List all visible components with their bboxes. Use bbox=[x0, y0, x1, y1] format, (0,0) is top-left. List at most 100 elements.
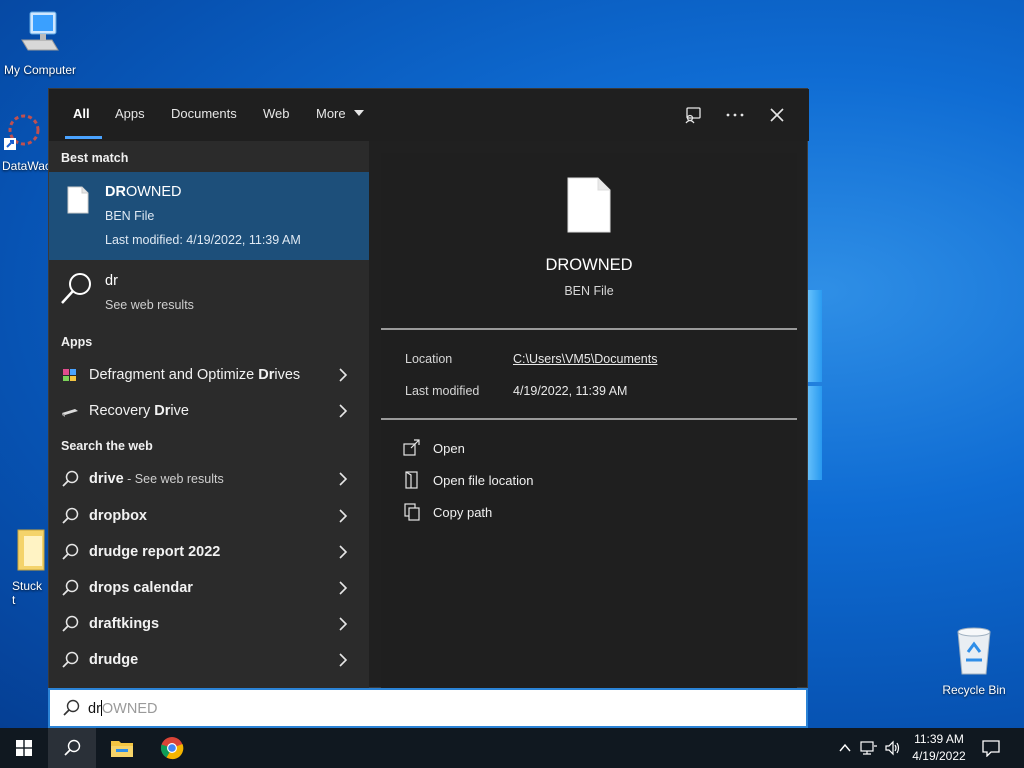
web-result-label: See web results bbox=[105, 298, 194, 312]
caret-down-icon bbox=[354, 110, 365, 116]
taskbar-chrome[interactable] bbox=[148, 728, 196, 768]
document-icon bbox=[67, 186, 89, 214]
desktop-icon-label: Recycle Bin bbox=[942, 683, 1006, 697]
section-best-match: Best match bbox=[61, 151, 129, 165]
best-match-modified: Last modified: 4/19/2022, 11:39 AM bbox=[105, 233, 301, 247]
recycle-bin-icon bbox=[957, 627, 991, 675]
modified-value: 4/19/2022, 11:39 AM bbox=[513, 384, 628, 398]
search-icon bbox=[63, 699, 80, 716]
copy-icon bbox=[404, 503, 420, 521]
web-suggestion-label: draftkings bbox=[89, 616, 160, 632]
web-suggestion[interactable]: drive - See web results bbox=[49, 462, 369, 496]
typed-text: dr bbox=[88, 701, 101, 717]
modified-label: Last modified bbox=[405, 384, 480, 398]
web-suggestion[interactable]: drudge report 2022 bbox=[49, 535, 369, 569]
web-suggestion-label: drops calendar bbox=[89, 580, 193, 596]
tab-apps[interactable]: Apps bbox=[115, 106, 145, 136]
more-options-button[interactable] bbox=[723, 103, 747, 127]
search-input[interactable]: drOWNED bbox=[48, 688, 808, 728]
taskbar-file-explorer[interactable] bbox=[98, 728, 146, 768]
chevron-up-icon[interactable] bbox=[838, 741, 852, 755]
preview-pane: DROWNED BEN File Location C:\Users\VM5\D… bbox=[381, 153, 797, 689]
location-link[interactable]: C:\Users\VM5\Documents bbox=[513, 352, 657, 366]
search-icon bbox=[64, 739, 81, 756]
search-tabs: All Apps Documents Web More bbox=[49, 89, 809, 141]
web-result-item[interactable]: dr See web results bbox=[49, 261, 369, 319]
results-list: Best match DROWNED BEN File Last modifie… bbox=[49, 141, 369, 689]
active-tab-indicator bbox=[65, 136, 102, 139]
desktop-icon-datawac[interactable]: DataWac bbox=[0, 112, 51, 173]
feedback-icon bbox=[685, 107, 701, 124]
document-icon bbox=[567, 177, 611, 233]
preview-type: BEN File bbox=[564, 284, 614, 298]
taskbar-search-button[interactable] bbox=[48, 728, 96, 768]
location-label: Location bbox=[405, 352, 453, 366]
chevron-right-icon[interactable] bbox=[336, 366, 350, 384]
preview-title: DROWNED bbox=[545, 256, 633, 274]
clock-time: 11:39 AM bbox=[914, 732, 964, 746]
chevron-right-icon[interactable] bbox=[336, 402, 350, 420]
search-input-text: drOWNED bbox=[88, 700, 158, 717]
search-icon bbox=[62, 507, 79, 524]
chevron-right-icon[interactable] bbox=[336, 543, 350, 561]
section-apps: Apps bbox=[61, 335, 93, 349]
divider bbox=[381, 328, 797, 330]
tab-web[interactable]: Web bbox=[263, 106, 290, 136]
folder-icon bbox=[111, 741, 133, 757]
close-button[interactable] bbox=[765, 103, 789, 127]
desktop-icon-stuck[interactable]: Stuck t bbox=[0, 528, 48, 607]
network-icon[interactable] bbox=[860, 740, 878, 756]
volume-icon[interactable] bbox=[884, 740, 902, 756]
autocomplete-text: OWNED bbox=[101, 701, 158, 717]
app-item-defragment[interactable]: Defragment and Optimize Drives bbox=[49, 358, 369, 392]
search-icon bbox=[62, 543, 79, 560]
best-match-item[interactable]: DROWNED BEN File Last modified: 4/19/202… bbox=[49, 172, 369, 260]
notification-icon bbox=[982, 740, 1000, 757]
tab-more[interactable]: More bbox=[316, 106, 365, 136]
clock[interactable]: 11:39 AM 4/19/2022 bbox=[906, 731, 972, 765]
chevron-right-icon[interactable] bbox=[336, 507, 350, 525]
clock-date: 4/19/2022 bbox=[912, 749, 966, 763]
web-suggestion-label: dropbox bbox=[89, 508, 147, 524]
app-item-label: Defragment and Optimize Drives bbox=[89, 367, 301, 383]
web-suggestion-label: drive - See web results bbox=[89, 471, 224, 487]
action-copy-path-label: Copy path bbox=[433, 505, 493, 520]
tab-all[interactable]: All bbox=[73, 106, 90, 136]
web-suggestion[interactable]: drudge bbox=[49, 643, 369, 677]
desktop-icon-label: DataWac bbox=[2, 159, 51, 173]
best-match-type: BEN File bbox=[105, 209, 155, 223]
tab-documents[interactable]: Documents bbox=[171, 106, 237, 136]
computer-icon bbox=[21, 11, 59, 51]
search-icon bbox=[62, 651, 79, 668]
desktop-icon-my-computer[interactable]: My Computer bbox=[0, 10, 80, 77]
windows-logo-wallpaper bbox=[808, 290, 822, 480]
web-suggestion[interactable]: dropbox bbox=[49, 499, 369, 533]
feedback-button[interactable] bbox=[681, 103, 705, 127]
web-suggestion-label: drudge report 2022 bbox=[89, 544, 221, 560]
web-suggestion[interactable]: drops calendar bbox=[49, 571, 369, 605]
action-open-file-location-label: Open file location bbox=[433, 473, 534, 488]
folder-icon bbox=[17, 529, 45, 571]
best-match-title-rest: OWNED bbox=[125, 184, 182, 200]
chevron-right-icon[interactable] bbox=[336, 615, 350, 633]
close-icon bbox=[770, 108, 784, 122]
desktop-icon-label: My Computer bbox=[3, 63, 77, 77]
chrome-icon bbox=[160, 737, 184, 760]
web-suggestion-label: drudge bbox=[89, 652, 139, 668]
system-tray bbox=[838, 728, 908, 768]
app-shortcut-icon bbox=[4, 114, 40, 150]
action-open-label: Open bbox=[433, 441, 465, 456]
web-suggestion[interactable]: draftkings bbox=[49, 607, 369, 641]
start-button[interactable] bbox=[0, 728, 48, 768]
notifications-button[interactable] bbox=[968, 728, 1014, 768]
taskbar: 11:39 AM 4/19/2022 bbox=[0, 728, 1024, 768]
desktop-icon-recycle-bin[interactable]: Recycle Bin bbox=[934, 626, 1014, 697]
search-panel: All Apps Documents Web More Best match D… bbox=[48, 88, 809, 689]
best-match-title-match: DR bbox=[105, 184, 126, 200]
app-item-recovery-drive[interactable]: Recovery Drive bbox=[49, 394, 369, 428]
divider bbox=[381, 418, 797, 420]
app-item-label: Recovery Drive bbox=[89, 403, 189, 419]
chevron-right-icon[interactable] bbox=[336, 579, 350, 597]
chevron-right-icon[interactable] bbox=[336, 470, 350, 488]
chevron-right-icon[interactable] bbox=[336, 651, 350, 669]
